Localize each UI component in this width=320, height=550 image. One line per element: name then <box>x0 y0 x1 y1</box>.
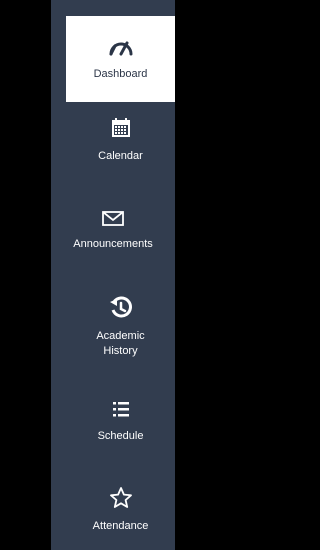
sidebar-item-dashboard[interactable]: Dashboard <box>66 16 175 102</box>
sidebar-item-announcements[interactable]: Announcements <box>51 208 175 264</box>
list-icon <box>66 398 175 425</box>
sidebar-item-attendance[interactable]: Attendance <box>66 486 175 542</box>
speedometer-icon <box>66 34 175 63</box>
sidebar-item-label: Attendance <box>92 520 149 532</box>
sidebar-item-label: Schedule <box>97 430 144 442</box>
sidebar-item-label: Dashboard <box>93 68 148 80</box>
screen: Dashboard Calendar Announcements Academi… <box>0 0 257 550</box>
star-icon <box>66 486 175 515</box>
sidebar-item-label: Calendar <box>98 150 143 162</box>
sidebar-item-calendar[interactable]: Calendar <box>66 116 175 176</box>
history-icon <box>66 296 175 325</box>
right-gutter <box>175 0 257 550</box>
sidebar-item-label: Announcements <box>73 238 153 250</box>
sidebar-nav: Dashboard Calendar Announcements Academi… <box>51 0 175 550</box>
left-gutter <box>0 0 51 550</box>
sidebar-item-label: Academic History <box>96 330 145 357</box>
envelope-icon <box>51 208 175 233</box>
sidebar-top-strip <box>51 0 175 16</box>
sidebar-item-schedule[interactable]: Schedule <box>66 398 175 454</box>
calendar-icon <box>66 116 175 145</box>
sidebar-item-academic-history[interactable]: Academic History <box>66 296 175 366</box>
